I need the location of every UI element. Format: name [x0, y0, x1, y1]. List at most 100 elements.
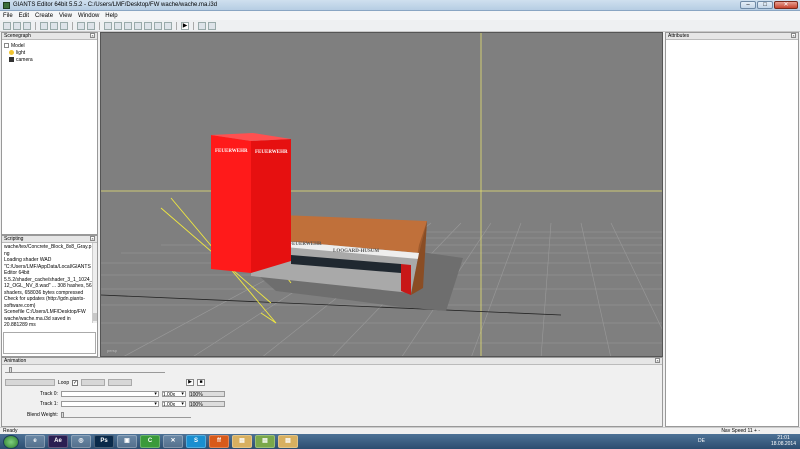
script-console: wache/tex/Concrete_Block_8x8_Gray.p ng L…	[2, 243, 97, 331]
tree-label-model: Model	[11, 42, 25, 49]
track0-select[interactable]	[60, 391, 159, 397]
save-icon[interactable]	[23, 21, 31, 30]
track1-select[interactable]	[60, 401, 159, 407]
script-input[interactable]	[3, 332, 96, 354]
scrollbar-thumb[interactable]	[93, 313, 97, 321]
scenegraph-panel: Scenegraph × Model light camera	[1, 32, 98, 235]
animation-close-icon[interactable]: ×	[655, 358, 660, 363]
close-button[interactable]: ✕	[774, 1, 798, 9]
animation-panel: Animation × Loop ✓ ▶ ■ Track 0: 1.00x 10…	[1, 357, 663, 427]
paste-icon[interactable]	[60, 21, 68, 30]
menu-help[interactable]: Help	[105, 13, 117, 19]
redo-icon[interactable]	[87, 21, 95, 30]
stop-anim-icon[interactable]: ■	[197, 379, 205, 386]
timeline-slider[interactable]	[5, 367, 165, 373]
play-icon[interactable]: ▶	[181, 21, 189, 30]
foliage-icon[interactable]	[144, 21, 152, 30]
blend-label: Blend Weight:	[27, 412, 59, 418]
status-bar: Ready Nav Speed 11 + -	[0, 427, 800, 434]
anim-button-2[interactable]	[108, 379, 133, 386]
c-app-icon[interactable]: C	[140, 435, 160, 448]
track1-pct: 100%	[189, 402, 203, 408]
track0-speed-select[interactable]: 1.00x	[161, 391, 186, 398]
new-icon[interactable]	[3, 21, 11, 30]
track0-weight[interactable]: 100%	[188, 391, 225, 398]
animation-title: Animation	[4, 358, 27, 364]
skype-icon[interactable]: S	[186, 435, 206, 448]
tree-item-model[interactable]: Model	[4, 42, 95, 49]
log-line: wache/tex/Concrete_Block_8x8_Gray.p	[4, 244, 92, 250]
settings-icon[interactable]	[208, 21, 216, 30]
track1-speed-select[interactable]: 1.00x	[161, 401, 186, 408]
loop-checkbox[interactable]: ✓	[72, 379, 79, 386]
tower-text-front: FEUERWEHR	[215, 149, 248, 154]
console-scrollbar[interactable]	[92, 243, 97, 323]
maximize-button[interactable]: □	[757, 1, 773, 9]
loop-label: Loop	[58, 379, 70, 386]
after-effects-icon[interactable]: Ae	[48, 435, 68, 448]
grid-icon[interactable]	[164, 21, 172, 30]
toolbar-divider	[35, 21, 36, 30]
cut-icon[interactable]	[40, 21, 48, 30]
x-app-icon[interactable]: ✕	[163, 435, 183, 448]
track1-speed: 1.00x	[162, 402, 176, 408]
tree-label-light: light	[16, 49, 26, 56]
tree-item-camera[interactable]: camera	[4, 56, 95, 63]
anim-button-1[interactable]	[81, 379, 106, 386]
physics-icon[interactable]	[198, 21, 206, 30]
start-button[interactable]	[3, 434, 19, 449]
minimize-button[interactable]: –	[740, 1, 756, 9]
toolbar-divider	[176, 21, 177, 30]
clock[interactable]: 21:01 18.08.2014	[771, 435, 796, 447]
move-icon[interactable]	[114, 21, 122, 30]
menu-view[interactable]: View	[59, 13, 72, 19]
attributes-close-icon[interactable]: ×	[791, 33, 796, 38]
3d-viewport[interactable]: FREIWILLIGE FEUERWEHR LOOGARD-HUSUM FEUE…	[100, 32, 663, 357]
vertex-icon[interactable]	[154, 21, 162, 30]
log-line: 12_OGL_NV_8.wad" ... 308 hashes, 562	[4, 283, 95, 289]
expand-box-icon[interactable]	[4, 43, 9, 48]
menu-create[interactable]: Create	[35, 13, 53, 19]
play-anim-icon[interactable]: ▶	[186, 379, 194, 386]
blend-slider[interactable]	[61, 411, 192, 418]
window-controls: – □ ✕	[740, 1, 798, 9]
undo-icon[interactable]	[77, 21, 85, 30]
paint-icon[interactable]	[134, 21, 142, 30]
garage-pillar	[401, 264, 411, 295]
open-icon[interactable]	[13, 21, 21, 30]
tower-front	[211, 135, 251, 273]
window-title: GIANTS Editor 64bit 5.5.2 - C:/Users/LMF…	[13, 2, 218, 8]
globe-icon[interactable]: ◎	[71, 435, 91, 448]
log-line: Scenefile C:/Users/LMF/Desktop/FW	[4, 309, 86, 315]
scenegraph-close-icon[interactable]: ×	[90, 33, 95, 38]
track1-label: Track 1:	[40, 401, 58, 407]
photoshop-icon[interactable]: Ps	[94, 435, 114, 448]
select-icon[interactable]	[104, 21, 112, 30]
folder-icon[interactable]: ▤	[278, 435, 298, 448]
terrain-icon[interactable]	[124, 21, 132, 30]
anim-clip-field[interactable]	[5, 379, 55, 386]
menu-file[interactable]: File	[3, 13, 13, 19]
menu-edit[interactable]: Edit	[19, 13, 29, 19]
log-line: 20.881289 ms	[4, 322, 36, 328]
track1-row: Track 1: 1.00x 100%	[40, 401, 225, 408]
timeline-handle[interactable]	[9, 367, 12, 373]
folder-icon[interactable]: ▤	[232, 435, 252, 448]
ie-icon[interactable]: e	[25, 435, 45, 448]
copy-icon[interactable]	[50, 21, 58, 30]
scripting-close-icon[interactable]: ×	[90, 236, 95, 241]
media-icon[interactable]: ▣	[117, 435, 137, 448]
menu-window[interactable]: Window	[78, 13, 99, 19]
firefox-icon[interactable]: ff	[209, 435, 229, 448]
loop-row: Loop ✓	[5, 379, 133, 386]
attributes-header: Attributes ×	[666, 33, 798, 40]
tree-item-light[interactable]: light	[4, 49, 95, 56]
windows-taskbar: e Ae ◎ Ps ▣ C ✕ S ff ▤ ▤ ▤ DE 21:01 18.0…	[0, 434, 800, 449]
bulb-icon	[9, 50, 14, 55]
blend-handle[interactable]	[61, 411, 65, 418]
language-indicator[interactable]: DE	[698, 438, 705, 444]
track1-weight[interactable]: 100%	[188, 401, 225, 408]
attributes-panel: Attributes ×	[665, 32, 799, 427]
toolbar: ▶	[0, 20, 800, 32]
folder-icon[interactable]: ▤	[255, 435, 275, 448]
